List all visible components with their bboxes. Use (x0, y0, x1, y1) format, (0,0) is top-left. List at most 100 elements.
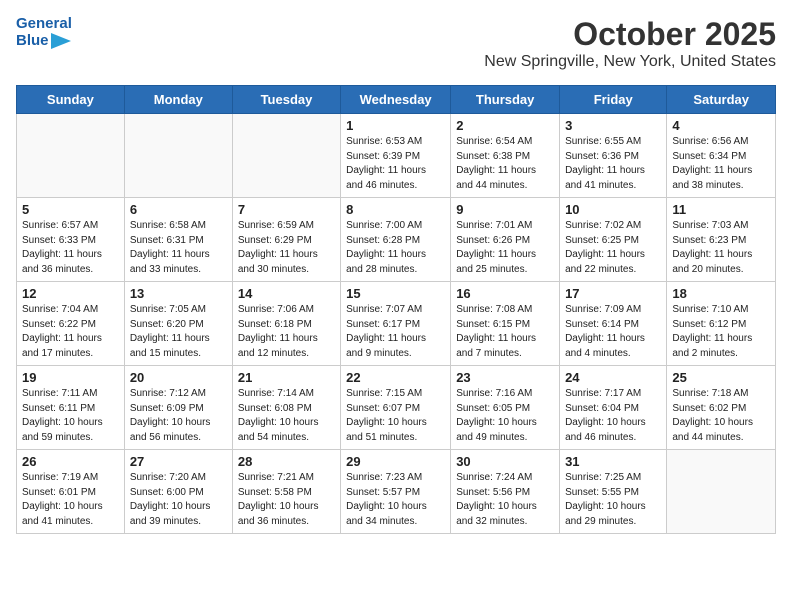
day-info: Sunrise: 7:10 AMSunset: 6:12 PMDaylight:… (672, 303, 770, 361)
calendar-cell: 18 Sunrise: 7:10 AMSunset: 6:12 PMDayligh… (667, 282, 776, 366)
day-number: 18 (672, 286, 770, 301)
calendar-cell: 8Sunrise: 7:00 AMSunset: 6:28 PMDaylight… (341, 198, 451, 282)
calendar-cell: 19 Sunrise: 7:11 AMSunset: 6:11 PMDayligh… (17, 366, 125, 450)
calendar-body: 1Sunrise: 6:53 AMSunset: 6:39 PMDaylight… (17, 114, 776, 534)
day-number: 8 (346, 202, 445, 217)
calendar-cell: 30Sunrise: 7:24 AMSunset: 5:56 PMDayligh… (451, 450, 560, 534)
calendar-cell (124, 114, 232, 198)
calendar-cell: 5Sunrise: 6:57 AMSunset: 6:33 PMDaylight… (17, 198, 125, 282)
calendar-cell: 17 Sunrise: 7:09 AMSunset: 6:14 PMDayligh… (560, 282, 667, 366)
day-number: 14 (238, 286, 335, 301)
day-number: 17 (565, 286, 661, 301)
week-row-3: 12Sunrise: 7:04 AMSunset: 6:22 PMDayligh… (17, 282, 776, 366)
day-number: 12 (22, 286, 119, 301)
day-info: Sunrise: 7:23 AMSunset: 5:57 PMDaylight:… (346, 471, 445, 529)
calendar-cell: 26 Sunrise: 7:19 AMSunset: 6:01 PMDayligh… (17, 450, 125, 534)
day-info: Sunrise: 6:58 AMSunset: 6:31 PMDaylight:… (130, 219, 227, 277)
day-number: 2 (456, 118, 554, 133)
week-row-4: 19 Sunrise: 7:11 AMSunset: 6:11 PMDayligh… (17, 366, 776, 450)
day-number: 7 (238, 202, 335, 217)
day-number: 29 (346, 454, 445, 469)
calendar-cell (232, 114, 340, 198)
day-number: 26 (22, 454, 119, 469)
day-number: 21 (238, 370, 335, 385)
day-info: Sunrise: 7:18 AMSunset: 6:02 PMDaylight:… (672, 387, 770, 445)
calendar-cell: 31 Sunrise: 7:25 AMSunset: 5:55 PMDayligh… (560, 450, 667, 534)
day-info: Sunrise: 7:01 AMSunset: 6:26 PMDaylight:… (456, 219, 554, 277)
title-section: October 2025 New Springville, New York, … (484, 16, 776, 79)
day-number: 6 (130, 202, 227, 217)
calendar-cell: 23 Sunrise: 7:16 AMSunset: 6:05 PMDayligh… (451, 366, 560, 450)
calendar-cell: 25Sunrise: 7:18 AMSunset: 6:02 PMDayligh… (667, 366, 776, 450)
calendar-cell: 6 Sunrise: 6:58 AMSunset: 6:31 PMDaylight… (124, 198, 232, 282)
day-number: 3 (565, 118, 661, 133)
calendar-header-row: SundayMondayTuesdayWednesdayThursdayFrid… (17, 86, 776, 114)
calendar-cell: 22 Sunrise: 7:15 AMSunset: 6:07 PMDayligh… (341, 366, 451, 450)
day-info: Sunrise: 7:17 AMSunset: 6:04 PMDaylight:… (565, 387, 661, 445)
calendar-cell: 14 Sunrise: 7:06 AMSunset: 6:18 PMDayligh… (232, 282, 340, 366)
header-monday: Monday (124, 86, 232, 114)
header-friday: Friday (560, 86, 667, 114)
calendar-cell: 24Sunrise: 7:17 AMSunset: 6:04 PMDayligh… (560, 366, 667, 450)
day-info: Sunrise: 7:25 AMSunset: 5:55 PMDaylight:… (565, 471, 661, 529)
day-number: 30 (456, 454, 554, 469)
calendar-cell: 16Sunrise: 7:08 AMSunset: 6:15 PMDayligh… (451, 282, 560, 366)
header-saturday: Saturday (667, 86, 776, 114)
week-row-1: 1Sunrise: 6:53 AMSunset: 6:39 PMDaylight… (17, 114, 776, 198)
day-info: Sunrise: 7:15 AMSunset: 6:07 PMDaylight:… (346, 387, 445, 445)
day-number: 23 (456, 370, 554, 385)
day-info: Sunrise: 7:08 AMSunset: 6:15 PMDaylight:… (456, 303, 554, 361)
day-info: Sunrise: 7:20 AMSunset: 6:00 PMDaylight:… (130, 471, 227, 529)
calendar-cell: 20Sunrise: 7:12 AMSunset: 6:09 PMDayligh… (124, 366, 232, 450)
day-info: Sunrise: 7:07 AMSunset: 6:17 PMDaylight:… (346, 303, 445, 361)
calendar-cell: 2 Sunrise: 6:54 AMSunset: 6:38 PMDaylight… (451, 114, 560, 198)
day-number: 9 (456, 202, 554, 217)
day-number: 13 (130, 286, 227, 301)
header-thursday: Thursday (451, 86, 560, 114)
day-info: Sunrise: 6:55 AMSunset: 6:36 PMDaylight:… (565, 135, 661, 193)
day-info: Sunrise: 7:14 AMSunset: 6:08 PMDaylight:… (238, 387, 335, 445)
calendar-title: October 2025 (484, 16, 776, 53)
day-number: 19 (22, 370, 119, 385)
day-info: Sunrise: 7:11 AMSunset: 6:11 PMDaylight:… (22, 387, 119, 445)
calendar-cell: 11Sunrise: 7:03 AMSunset: 6:23 PMDayligh… (667, 198, 776, 282)
day-info: Sunrise: 7:16 AMSunset: 6:05 PMDaylight:… (456, 387, 554, 445)
day-info: Sunrise: 6:54 AMSunset: 6:38 PMDaylight:… (456, 135, 554, 193)
day-number: 31 (565, 454, 661, 469)
week-row-2: 5Sunrise: 6:57 AMSunset: 6:33 PMDaylight… (17, 198, 776, 282)
day-info: Sunrise: 7:21 AMSunset: 5:58 PMDaylight:… (238, 471, 335, 529)
calendar-table: SundayMondayTuesdayWednesdayThursdayFrid… (16, 85, 776, 534)
day-info: Sunrise: 7:02 AMSunset: 6:25 PMDaylight:… (565, 219, 661, 277)
day-number: 28 (238, 454, 335, 469)
day-number: 15 (346, 286, 445, 301)
day-info: Sunrise: 7:05 AMSunset: 6:20 PMDaylight:… (130, 303, 227, 361)
day-info: Sunrise: 6:59 AMSunset: 6:29 PMDaylight:… (238, 219, 335, 277)
calendar-cell: 1Sunrise: 6:53 AMSunset: 6:39 PMDaylight… (341, 114, 451, 198)
calendar-subtitle: New Springville, New York, United States (484, 53, 776, 71)
calendar-cell: 12Sunrise: 7:04 AMSunset: 6:22 PMDayligh… (17, 282, 125, 366)
day-info: Sunrise: 7:12 AMSunset: 6:09 PMDaylight:… (130, 387, 227, 445)
calendar-cell: 21 Sunrise: 7:14 AMSunset: 6:08 PMDayligh… (232, 366, 340, 450)
week-row-5: 26 Sunrise: 7:19 AMSunset: 6:01 PMDayligh… (17, 450, 776, 534)
calendar-cell: 29 Sunrise: 7:23 AMSunset: 5:57 PMDayligh… (341, 450, 451, 534)
calendar-cell: 10 Sunrise: 7:02 AMSunset: 6:25 PMDayligh… (560, 198, 667, 282)
day-number: 10 (565, 202, 661, 217)
day-number: 22 (346, 370, 445, 385)
day-info: Sunrise: 7:06 AMSunset: 6:18 PMDaylight:… (238, 303, 335, 361)
header-wednesday: Wednesday (341, 86, 451, 114)
day-info: Sunrise: 7:19 AMSunset: 6:01 PMDaylight:… (22, 471, 119, 529)
header-sunday: Sunday (17, 86, 125, 114)
day-info: Sunrise: 7:03 AMSunset: 6:23 PMDaylight:… (672, 219, 770, 277)
calendar-cell: 15 Sunrise: 7:07 AMSunset: 6:17 PMDayligh… (341, 282, 451, 366)
day-number: 4 (672, 118, 770, 133)
header-tuesday: Tuesday (232, 86, 340, 114)
calendar-cell: 28 Sunrise: 7:21 AMSunset: 5:58 PMDayligh… (232, 450, 340, 534)
calendar-cell: 13 Sunrise: 7:05 AMSunset: 6:20 PMDayligh… (124, 282, 232, 366)
day-info: Sunrise: 6:56 AMSunset: 6:34 PMDaylight:… (672, 135, 770, 193)
day-info: Sunrise: 7:09 AMSunset: 6:14 PMDaylight:… (565, 303, 661, 361)
day-number: 5 (22, 202, 119, 217)
calendar-cell: 4 Sunrise: 6:56 AMSunset: 6:34 PMDaylight… (667, 114, 776, 198)
calendar-cell: 9 Sunrise: 7:01 AMSunset: 6:26 PMDaylight… (451, 198, 560, 282)
calendar-cell (17, 114, 125, 198)
day-number: 1 (346, 118, 445, 133)
